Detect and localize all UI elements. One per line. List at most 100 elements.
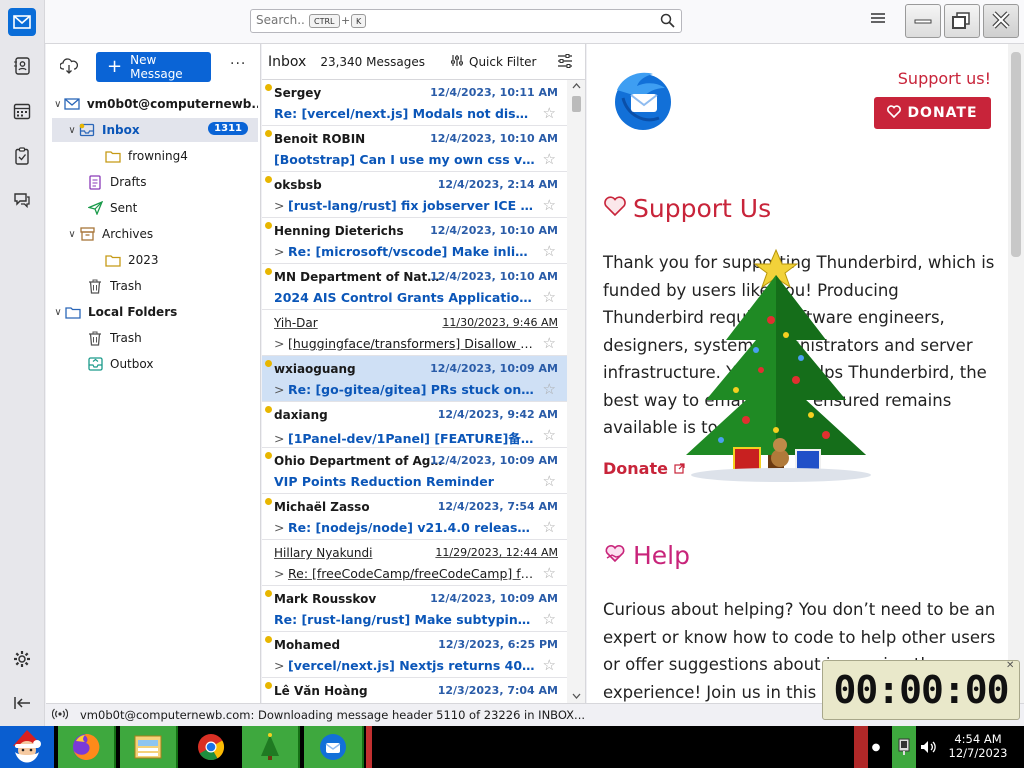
folder-sent[interactable]: Sent [52, 196, 258, 220]
donate-link[interactable]: Donate [603, 459, 685, 478]
star-icon[interactable]: ☆ [543, 564, 556, 582]
star-icon[interactable]: ☆ [543, 472, 556, 490]
chevron-down-icon[interactable]: ∨ [66, 125, 78, 136]
thread-scrollbar[interactable] [567, 80, 585, 703]
chevron-right-icon[interactable]: > [274, 336, 288, 351]
folder-2023[interactable]: 2023 [52, 248, 258, 272]
restore-button[interactable] [944, 4, 980, 38]
get-messages-icon[interactable] [59, 58, 79, 77]
chevron-right-icon[interactable]: > [274, 244, 288, 259]
message-row[interactable]: Sergey 12/4/2023, 10:11 AM Re: [vercel/nex… [262, 80, 568, 126]
message-row[interactable]: MN Department of Natural ...12/4/2023, 1… [262, 264, 568, 310]
unread-dot-icon[interactable] [265, 84, 272, 91]
unread-dot-icon[interactable] [265, 636, 272, 643]
tasks-icon[interactable] [8, 142, 36, 170]
message-row[interactable]: Michaël Zasso 12/4/2023, 7:54 AM > Re: [nod… [262, 494, 568, 540]
unread-dot-icon[interactable] [265, 222, 272, 229]
message-subject-text: [Bootstrap] Can I use my own css var ? (… [274, 152, 536, 167]
star-icon[interactable]: ☆ [543, 288, 556, 306]
scrollbar-thumb[interactable] [1011, 52, 1021, 257]
account-row[interactable]: ∨ vm0b0t@computernewb... [52, 92, 258, 116]
firefox-taskbar-icon[interactable] [58, 726, 116, 768]
chat-icon[interactable] [8, 186, 36, 214]
chevron-down-icon[interactable]: ∨ [52, 99, 64, 110]
local-folder-outbox[interactable]: Outbox [52, 352, 258, 376]
star-icon[interactable]: ☆ [543, 656, 556, 674]
message-row[interactable]: wxiaoguang 12/4/2023, 10:09 AM > Re: [go-gi… [262, 356, 568, 402]
star-icon[interactable]: ☆ [543, 196, 556, 214]
message-row[interactable]: Ohio Department of Agricul...12/4/2023, … [262, 448, 568, 494]
unread-dot-icon[interactable] [265, 268, 272, 275]
quick-filter-button[interactable]: Quick Filter [450, 54, 536, 70]
folder-pane: + New Message ··· ∨ vm0b0t@computernewb.… [46, 44, 261, 703]
settings-gear-icon[interactable] [8, 645, 36, 673]
message-row[interactable]: daxiang 12/4/2023, 9:42 AM > [1Panel-dev/1P… [262, 402, 568, 448]
scrollbar-thumb[interactable] [572, 96, 581, 112]
star-icon[interactable]: ☆ [543, 242, 556, 260]
unread-dot-icon[interactable] [265, 176, 272, 183]
unread-dot-icon[interactable] [265, 498, 272, 505]
unread-dot-icon[interactable] [265, 406, 272, 413]
message-row[interactable]: Mark Rousskov 12/4/2023, 10:09 AM Re: [rus… [262, 586, 568, 632]
network-tray-icon[interactable] [892, 726, 916, 768]
folder-drafts[interactable]: Drafts [52, 170, 258, 194]
chevron-down-icon[interactable]: ∨ [66, 229, 78, 240]
start-button-santa-icon[interactable] [0, 726, 54, 768]
volume-tray-icon[interactable] [918, 726, 940, 768]
chevron-right-icon[interactable]: > [274, 566, 288, 581]
message-row[interactable]: Hillary Nyakundi 11/29/2023, 12:44 AM > Re:… [262, 540, 568, 586]
file-manager-taskbar-icon[interactable] [120, 726, 178, 768]
folder-inbox[interactable]: ∨ Inbox 1311 [52, 118, 258, 142]
address-book-icon[interactable] [8, 52, 36, 80]
star-icon[interactable]: ☆ [543, 380, 556, 398]
new-message-button[interactable]: + New Message [96, 52, 211, 82]
message-row[interactable]: oksbsb 12/4/2023, 2:14 AM > [rust-lang/rust… [262, 172, 568, 218]
mail-space-icon[interactable] [8, 8, 36, 36]
calendar-icon[interactable] [8, 97, 36, 125]
chevron-right-icon[interactable]: > [274, 658, 288, 673]
unread-dot-icon[interactable] [265, 682, 272, 689]
star-icon[interactable]: ☆ [543, 104, 556, 122]
message-row[interactable]: Yih-Dar 11/30/2023, 9:46 AM > [huggingface/… [262, 310, 568, 356]
message-row[interactable]: Lê Văn Hoàng12/3/2023, 7:04 AM☆ [262, 678, 568, 703]
unread-dot-icon[interactable] [265, 130, 272, 137]
star-icon[interactable]: ☆ [543, 426, 556, 444]
widget-close-icon[interactable]: ✕ [1006, 660, 1014, 671]
display-options-icon[interactable] [557, 53, 573, 72]
more-options-icon[interactable]: ··· [230, 56, 246, 72]
search-box[interactable]: CTRL + K [250, 9, 682, 33]
thunderbird-taskbar-icon[interactable] [304, 726, 364, 768]
search-icon[interactable] [660, 13, 675, 31]
close-button[interactable] [983, 4, 1019, 38]
unread-dot-icon[interactable] [265, 590, 272, 597]
folder-archives[interactable]: ∨ Archives [52, 222, 258, 246]
support-us-link[interactable]: Support us! [898, 69, 991, 88]
star-icon[interactable]: ☆ [543, 150, 556, 168]
christmas-tree-taskbar-icon[interactable] [242, 726, 300, 768]
chevron-right-icon[interactable]: > [274, 198, 288, 213]
chrome-taskbar-icon[interactable] [182, 726, 240, 768]
folder-trash[interactable]: Trash [52, 274, 258, 298]
local-folder-trash[interactable]: Trash [52, 326, 258, 350]
chevron-right-icon[interactable]: > [274, 382, 288, 397]
tray-clock[interactable]: 4:54 AM 12/7/2023 [946, 732, 1010, 760]
app-menu-icon[interactable] [871, 12, 885, 27]
star-icon[interactable]: ☆ [543, 610, 556, 628]
search-input[interactable] [256, 13, 306, 27]
unread-dot-icon[interactable] [265, 452, 272, 459]
message-row[interactable]: Henning Dieterichs 12/4/2023, 10:10 AM > Re… [262, 218, 568, 264]
folder-frowning4[interactable]: frowning4 [52, 144, 258, 168]
star-icon[interactable]: ☆ [543, 334, 556, 352]
content-scrollbar[interactable] [1008, 44, 1024, 703]
message-row[interactable]: Benoit ROBIN 12/4/2023, 10:10 AM [Bootstra… [262, 126, 568, 172]
collapse-toolbar-icon[interactable] [8, 689, 36, 717]
donate-button[interactable]: DONATE [874, 97, 991, 129]
unread-dot-icon[interactable] [265, 360, 272, 367]
minimize-button[interactable] [905, 4, 941, 38]
chevron-right-icon[interactable]: > [274, 520, 288, 535]
chevron-right-icon[interactable]: > [274, 431, 288, 446]
message-row[interactable]: Mohamed 12/3/2023, 6:25 PM > [vercel/next.j… [262, 632, 568, 678]
star-icon[interactable]: ☆ [543, 518, 556, 536]
chevron-down-icon[interactable]: ∨ [52, 307, 64, 318]
local-folders-row[interactable]: ∨ Local Folders [52, 300, 258, 324]
